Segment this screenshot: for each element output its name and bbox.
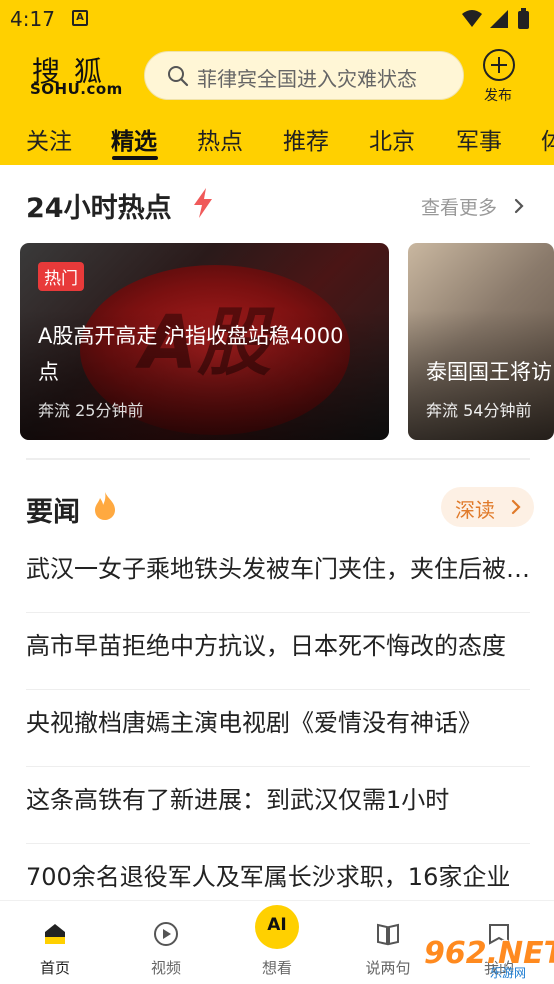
- list-item[interactable]: 央视撤档唐嫣主演电视剧《爱情没有神话》: [26, 690, 530, 767]
- book-icon: [377, 923, 399, 946]
- battery-icon: [518, 11, 529, 29]
- list-item[interactable]: 这条高铁有了新进展：到武汉仅需1小时: [26, 767, 530, 844]
- status-bar: 4:17 A: [0, 0, 554, 40]
- news-section-title: 要闻: [26, 497, 80, 528]
- nav-want-see[interactable]: AI 想看: [237, 901, 317, 984]
- nav-label: 想看: [261, 959, 292, 977]
- hot-card-meta: 奔流 54分钟前: [426, 397, 531, 421]
- publish-button[interactable]: 发布: [480, 48, 520, 106]
- notification-icon: A: [72, 10, 88, 26]
- status-time: 4:17: [10, 7, 55, 31]
- ai-icon: AI: [255, 905, 299, 949]
- news-headline: 央视撤档唐嫣主演电视剧《爱情没有神话》: [26, 709, 482, 737]
- hot-card[interactable]: A股 热门 A股高开高走 沪指收盘站稳4000点 奔流 25分钟前: [20, 243, 389, 440]
- news-headline: 700余名退役军人及军属长沙求职，16家企业: [26, 863, 511, 891]
- nav-label: 首页: [39, 959, 70, 977]
- watermark-logo: 962.NET 乐游网: [416, 934, 554, 982]
- view-more-link[interactable]: 查看更多: [421, 193, 497, 220]
- tab-beijing[interactable]: 北京: [369, 122, 415, 156]
- list-item[interactable]: 武汉一女子乘地铁头发被车门夹住，夹住后被拖行: [26, 536, 530, 613]
- signal-icon: [490, 10, 508, 28]
- wifi-icon: [462, 10, 482, 27]
- tab-junshi[interactable]: 军事: [456, 122, 502, 156]
- channel-tabs: 关注 精选 热点 推荐 北京 军事 体: [0, 118, 554, 162]
- hot-card-title: 泰国国王将访: [426, 360, 552, 384]
- nav-video[interactable]: 视频: [126, 901, 206, 984]
- watermark-text: 962.NET: [424, 936, 554, 971]
- search-input[interactable]: 菲律宾全国进入灾难状态: [144, 51, 464, 100]
- hot-card-title: A股高开高走 沪指收盘站稳4000点: [38, 324, 344, 384]
- app-header: 4:17 A 搜狐 SOHU.com 菲律宾全国进入灾难状态 发布 关注 精选 …: [0, 0, 554, 165]
- hot-card-source: 奔流: [426, 401, 459, 420]
- play-icon: [154, 922, 178, 946]
- ai-icon-text: AI: [267, 915, 287, 935]
- nav-home[interactable]: 首页: [15, 901, 95, 984]
- publish-label: 发布: [484, 88, 512, 104]
- news-headline: 武汉一女子乘地铁头发被车门夹住，夹住后被拖行: [26, 555, 530, 583]
- logo-english: SOHU.com: [30, 80, 123, 98]
- hot-card-time: 54分钟前: [463, 401, 532, 420]
- hot-card-meta: 奔流 25分钟前: [38, 397, 143, 421]
- lightning-icon: [194, 188, 212, 218]
- hot-card-time: 25分钟前: [75, 401, 144, 420]
- tab-redian[interactable]: 热点: [197, 122, 243, 156]
- status-icons: [462, 8, 529, 29]
- hot-badge: 热门: [38, 262, 84, 291]
- list-item[interactable]: 高市早苗拒绝中方抗议，日本死不悔改的态度: [26, 613, 530, 690]
- deep-read-label: 深读: [455, 498, 495, 522]
- chevron-right-icon[interactable]: [513, 197, 525, 215]
- news-headline: 这条高铁有了新进展：到武汉仅需1小时: [26, 786, 450, 814]
- tab-tuijian[interactable]: 推荐: [283, 122, 329, 156]
- tab-ti[interactable]: 体: [541, 122, 554, 156]
- hot-card[interactable]: 泰国国王将访 奔流 54分钟前: [408, 243, 554, 440]
- chevron-right-icon: [511, 499, 521, 515]
- search-icon: [168, 66, 189, 87]
- hot24-title: 24小时热点: [26, 193, 172, 224]
- section-divider: [26, 458, 530, 460]
- deep-read-button[interactable]: 深读: [441, 487, 534, 527]
- watermark-subtext: 乐游网: [490, 966, 527, 980]
- nav-label: 视频: [150, 959, 181, 977]
- plus-circle-icon: [483, 49, 515, 81]
- sohu-logo[interactable]: 搜狐 SOHU.com: [28, 50, 122, 102]
- tab-jingxuan[interactable]: 精选: [111, 122, 157, 156]
- hot-card-source: 奔流: [38, 401, 71, 420]
- news-headline: 高市早苗拒绝中方抗议，日本死不悔改的态度: [26, 632, 506, 660]
- news-list: 武汉一女子乘地铁头发被车门夹住，夹住后被拖行 高市早苗拒绝中方抗议，日本死不悔改…: [26, 536, 530, 921]
- tab-guanzhu[interactable]: 关注: [26, 122, 72, 156]
- fire-icon: [95, 492, 115, 520]
- search-placeholder: 菲律宾全国进入灾难状态: [197, 67, 417, 91]
- active-tab-indicator: [112, 156, 158, 160]
- home-icon: [45, 924, 65, 944]
